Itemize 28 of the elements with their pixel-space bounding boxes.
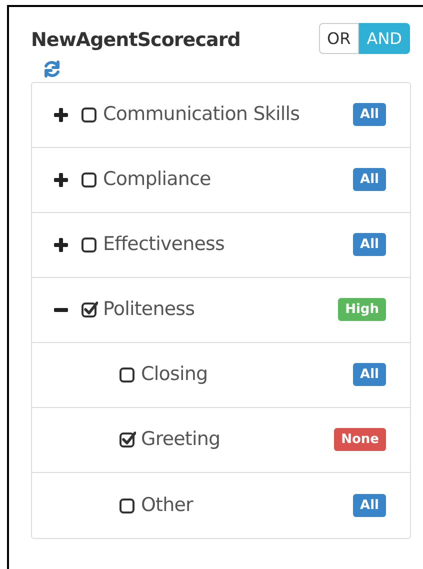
toggle-button[interactable]: AND bbox=[358, 23, 410, 54]
category-label: Compliance bbox=[103, 167, 211, 192]
level-badge[interactable]: All bbox=[353, 363, 386, 386]
toggle-button[interactable]: OR bbox=[319, 23, 359, 54]
plus-icon[interactable] bbox=[53, 236, 69, 252]
category-label: Communication Skills bbox=[103, 102, 300, 128]
category-label: Other bbox=[141, 492, 193, 518]
checkbox-icon[interactable] bbox=[81, 171, 98, 188]
refresh-icon[interactable] bbox=[42, 58, 62, 78]
category-label: Politeness bbox=[103, 297, 195, 322]
level-badge[interactable]: None bbox=[334, 428, 386, 451]
plus-icon[interactable] bbox=[53, 106, 69, 122]
category-label: Greeting bbox=[141, 427, 220, 452]
level-badge[interactable]: All bbox=[353, 233, 386, 256]
checkbox-icon[interactable] bbox=[81, 106, 98, 123]
plus-icon[interactable] bbox=[53, 172, 69, 188]
checkbox-icon[interactable] bbox=[119, 496, 136, 514]
panel-title: NewAgentScorecard bbox=[31, 28, 240, 53]
level-badge[interactable]: All bbox=[353, 494, 386, 516]
category-label: Effectiveness bbox=[103, 232, 225, 258]
level-badge[interactable]: All bbox=[353, 103, 386, 126]
category-label: Closing bbox=[141, 362, 208, 388]
checkbox-icon[interactable] bbox=[81, 236, 98, 253]
level-badge[interactable]: High bbox=[338, 298, 386, 321]
checked-checkbox-icon[interactable] bbox=[119, 431, 136, 448]
checkbox-icon[interactable] bbox=[119, 366, 136, 383]
level-badge[interactable]: All bbox=[353, 168, 386, 191]
checked-checkbox-icon[interactable] bbox=[81, 301, 98, 318]
